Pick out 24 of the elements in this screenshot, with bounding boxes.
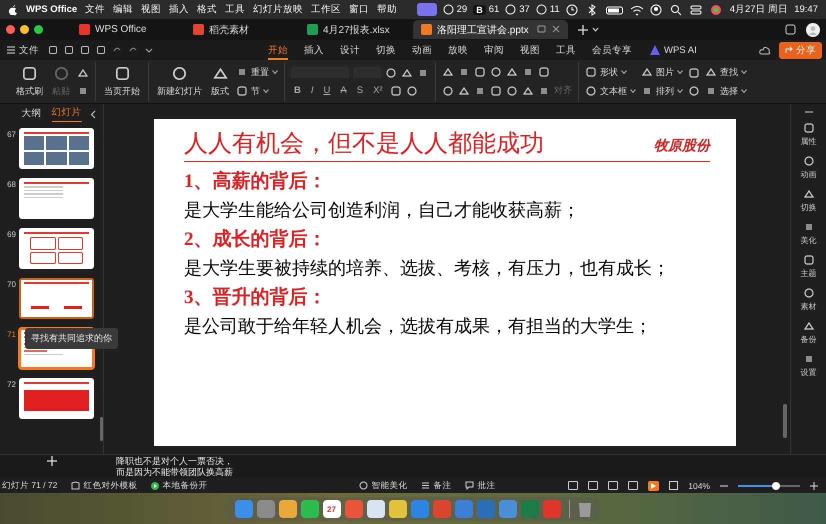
point-heading: 2、成长的背后： — [184, 228, 328, 252]
point-text: 是大学生能给公司创造利润，自己才能收获高薪； — [184, 199, 581, 222]
slide-number: 68 — [6, 179, 16, 189]
notes-text: 降职也不是对个人一票否决， — [116, 456, 234, 467]
status-count: 11 — [550, 4, 560, 15]
slide-number: 69 — [6, 229, 16, 239]
company-name: 牧原股份 — [654, 138, 710, 156]
slide-number: 67 — [6, 129, 16, 139]
notes-text: 而是因为不能带领团队换高薪 — [116, 467, 234, 478]
point-heading: 3、晋升的背后： — [184, 286, 328, 310]
slide-title: 人人有机会，但不是人人都能成功 — [184, 129, 544, 159]
slide-number: 72 — [6, 379, 16, 389]
menubar-date: 4月27日 周日 — [730, 3, 788, 16]
status-count: 61 — [488, 4, 500, 15]
point-heading: 1、高薪的背后： — [184, 170, 328, 194]
menubar-time: 19:47 — [794, 4, 818, 15]
point-text: 是公司敢于给年轻人机会，选拔有成果，有担当的大学生； — [184, 315, 653, 338]
slide-number: 71 — [6, 329, 16, 339]
slide-number: 70 — [6, 279, 16, 289]
tooltip: 寻找有共同追求的你 — [25, 328, 118, 349]
status-count: 29 — [456, 4, 468, 15]
status-count: 37 — [519, 4, 530, 15]
slide-counter: 幻灯片 71 / 72 — [2, 480, 58, 492]
point-text: 是大学生要被持续的培养、选拔、考核，有压力，也有成长； — [184, 257, 671, 280]
